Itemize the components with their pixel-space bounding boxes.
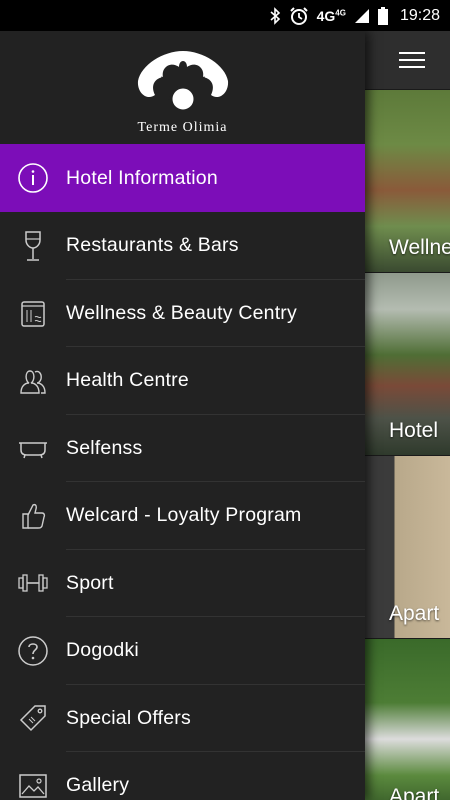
content-tile[interactable]: Apart — [365, 455, 450, 638]
bathtub-icon — [0, 436, 66, 460]
menu-item-label: Gallery — [66, 774, 130, 797]
menu-item-label: Dogodki — [66, 639, 139, 662]
menu-item-label: Wellness & Beauty Centry — [66, 301, 297, 324]
wine-glass-icon — [0, 230, 66, 262]
clock: 19:28 — [399, 6, 440, 24]
network-indicator: 4G4G — [317, 8, 346, 24]
info-icon — [0, 162, 66, 194]
navigation-drawer: Terme Olimia Hotel Information Restauran… — [0, 31, 365, 800]
brand-name: Terme Olimia — [137, 120, 228, 135]
menu-item-label: Welcard - Loyalty Program — [66, 504, 302, 527]
menu-item-dogodki[interactable]: Dogodki — [0, 617, 365, 685]
content-tile[interactable]: Apart — [365, 638, 450, 800]
menu-item-label: Hotel Information — [66, 166, 218, 189]
alarm-icon — [289, 6, 309, 26]
menu-item-label: Special Offers — [66, 706, 191, 729]
battery-icon — [377, 6, 388, 25]
main-content: Wellness Hotel Apart Apart — [365, 31, 450, 800]
tag-icon — [0, 703, 66, 733]
network-type-sup: 4G — [335, 7, 346, 17]
tile-label: Wellness — [389, 236, 450, 259]
logo-icon — [133, 43, 233, 118]
signal-icon — [354, 8, 370, 24]
menu-item-wellness-beauty[interactable]: Wellness & Beauty Centry — [0, 280, 365, 348]
towel-icon — [0, 297, 66, 329]
content-tile[interactable]: Wellness — [365, 89, 450, 272]
menu-item-label: Health Centre — [66, 369, 189, 392]
hamburger-menu-icon[interactable] — [398, 47, 425, 73]
bluetooth-icon — [269, 6, 281, 25]
menu-item-label: Sport — [66, 571, 114, 594]
brand-header: Terme Olimia — [0, 31, 365, 144]
menu-item-health-centre[interactable]: Health Centre — [0, 347, 365, 415]
tile-label: Apart — [389, 785, 440, 800]
status-bar: 4G4G 19:28 — [0, 0, 450, 31]
question-icon — [0, 635, 66, 667]
thumbs-up-icon — [0, 501, 66, 531]
network-type: 4G — [316, 7, 336, 24]
menu-item-selfenss[interactable]: Selfenss — [0, 415, 365, 483]
tile-label: Hotel — [389, 419, 439, 442]
drawer-menu: Hotel Information Restaurants & Bars Wel… — [0, 144, 365, 800]
image-icon — [0, 772, 66, 800]
menu-item-restaurants-bars[interactable]: Restaurants & Bars — [0, 212, 365, 280]
people-icon — [0, 366, 66, 396]
menu-item-hotel-information[interactable]: Hotel Information — [0, 144, 365, 212]
app-bar — [365, 31, 450, 89]
tile-label: Apart — [389, 602, 440, 625]
menu-item-label: Restaurants & Bars — [66, 234, 239, 257]
dumbbell-icon — [0, 572, 66, 594]
menu-item-sport[interactable]: Sport — [0, 550, 365, 618]
menu-item-gallery[interactable]: Gallery — [0, 752, 365, 800]
content-tile[interactable]: Hotel — [365, 272, 450, 455]
menu-item-special-offers[interactable]: Special Offers — [0, 685, 365, 753]
menu-item-label: Selfenss — [66, 436, 143, 459]
menu-item-welcard[interactable]: Welcard - Loyalty Program — [0, 482, 365, 550]
